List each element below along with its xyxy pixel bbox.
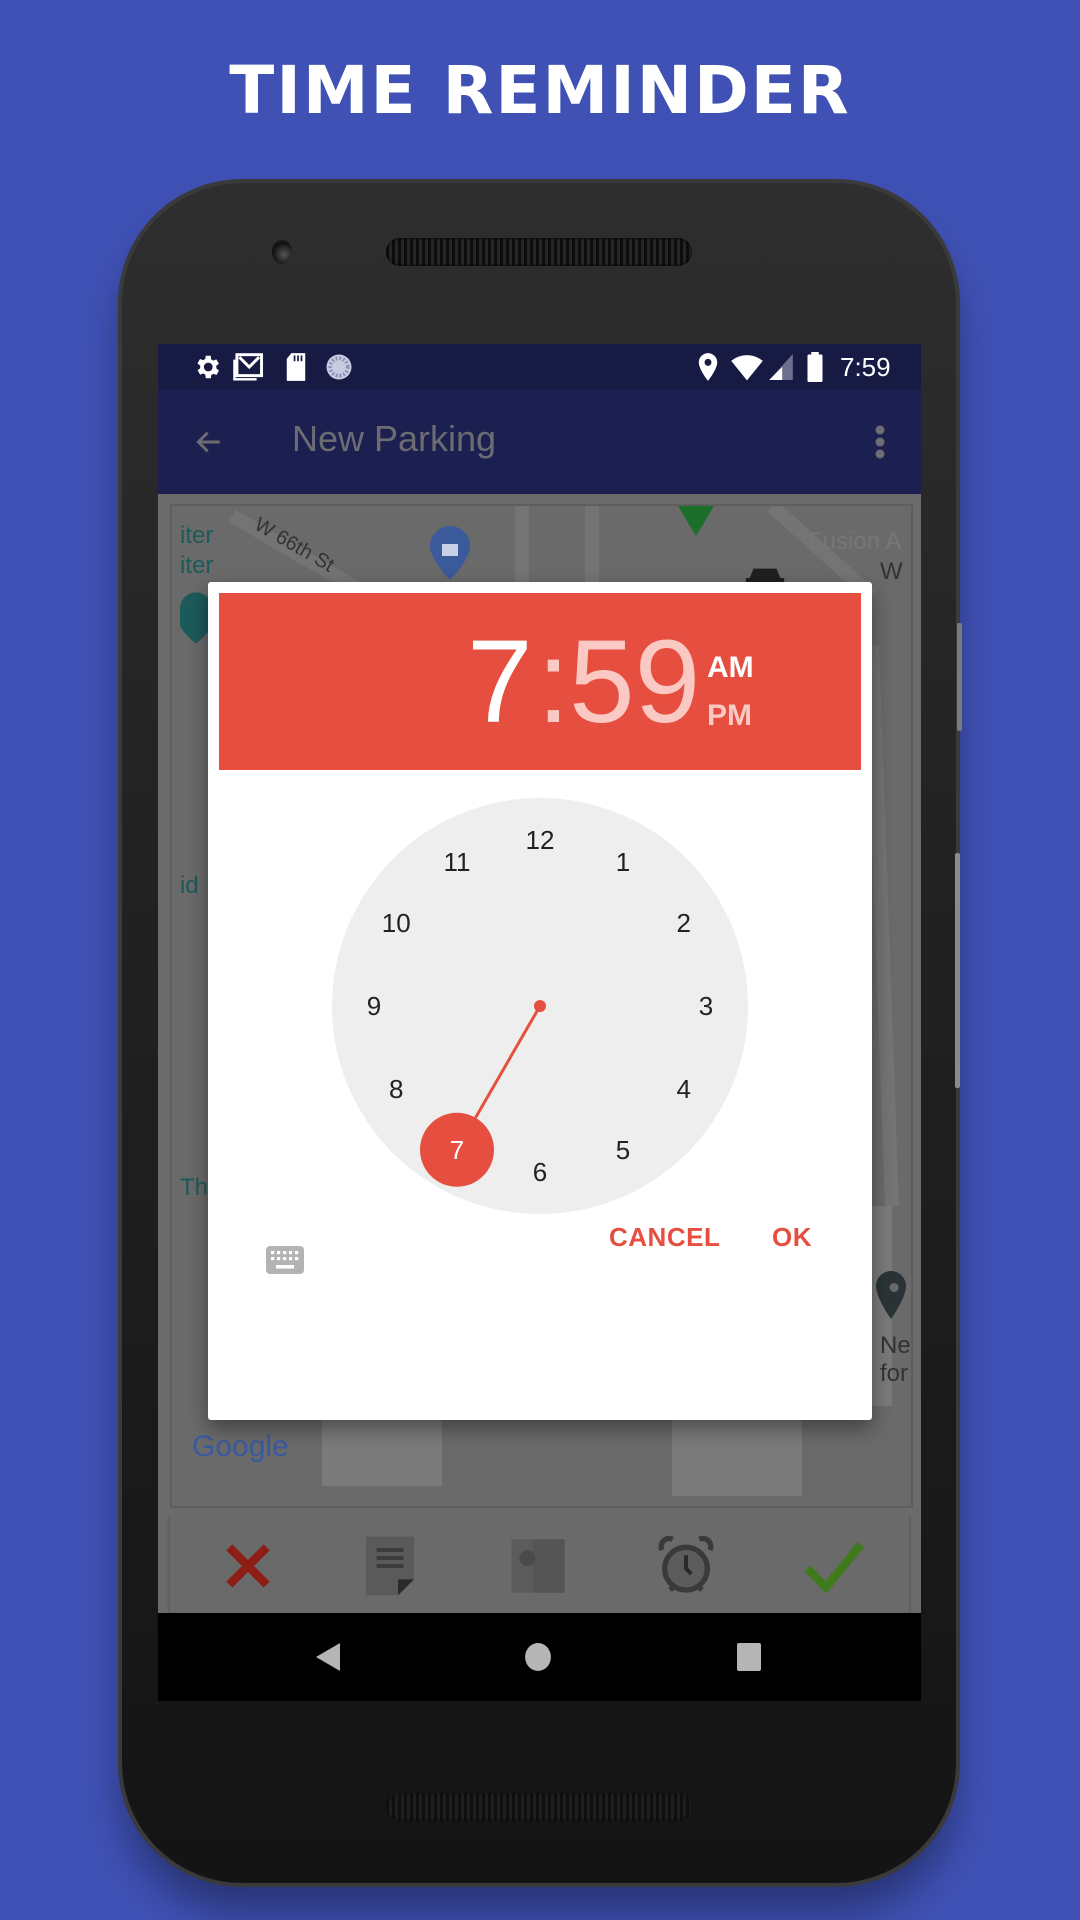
map-label: for <box>880 1360 909 1387</box>
map-label: Th <box>180 1174 209 1201</box>
arrow-left-icon[interactable] <box>192 426 226 458</box>
gmail-icon <box>233 353 264 381</box>
clock-number-3[interactable]: 3 <box>699 991 713 1021</box>
more-vert-icon[interactable] <box>874 424 886 460</box>
map-label: iter <box>180 522 214 549</box>
location-icon <box>698 353 718 381</box>
note-icon[interactable] <box>358 1534 422 1598</box>
app-bar: New Parking <box>158 390 921 494</box>
clock-number-6[interactable]: 6 <box>533 1157 547 1187</box>
action-toolbar <box>170 1512 909 1624</box>
ok-button[interactable]: OK <box>772 1222 812 1253</box>
check-icon[interactable] <box>802 1534 866 1598</box>
green-marker-icon <box>678 506 714 536</box>
alarm-clock-icon[interactable] <box>654 1534 718 1598</box>
top-speaker <box>386 238 692 266</box>
shopping-pin-icon <box>430 526 470 580</box>
sync-icon <box>326 354 352 380</box>
app-title: New Parking <box>292 418 497 459</box>
clock-number-9[interactable]: 9 <box>367 991 381 1021</box>
clock-number-4[interactable]: 4 <box>677 1074 691 1104</box>
volume-button <box>955 853 960 1088</box>
status-time: 7:59 <box>840 352 891 382</box>
sd-card-icon <box>286 353 306 381</box>
wifi-icon <box>731 355 763 381</box>
keyboard-icon[interactable] <box>266 1246 304 1274</box>
clock-number-8[interactable]: 8 <box>389 1074 403 1104</box>
clock-number-2[interactable]: 2 <box>677 908 691 938</box>
place-pin-icon <box>876 1271 906 1319</box>
map-label: Fusion A <box>808 528 902 555</box>
cancel-button[interactable]: CANCEL <box>609 1222 720 1253</box>
clock-number-5[interactable]: 5 <box>616 1135 630 1165</box>
time-picker-dialog: 7 : 59 AM PM 12 1 2 3 4 5 6 7 8 9 10 11 CANCEL OK <box>208 582 872 1420</box>
map-label: Ne <box>880 1332 911 1359</box>
battery-icon <box>807 352 823 382</box>
headline: TIME REMINDER <box>229 52 851 129</box>
map-label: id <box>180 872 199 899</box>
clock-center-dot <box>534 1000 546 1012</box>
front-camera <box>272 240 292 264</box>
recents-square-icon[interactable] <box>737 1643 761 1671</box>
map-label: iter <box>180 552 214 579</box>
map-label: W <box>880 558 903 585</box>
clock-face[interactable]: 121234567891011 <box>208 582 872 1420</box>
status-bar: 7:59 <box>158 344 921 390</box>
bottom-speaker <box>386 1793 692 1821</box>
cell-signal-icon <box>769 354 793 380</box>
close-icon[interactable] <box>216 1534 280 1598</box>
back-triangle-icon[interactable] <box>316 1643 340 1671</box>
image-icon[interactable] <box>506 1534 570 1598</box>
clock-number-12[interactable]: 12 <box>526 825 555 855</box>
clock-number-1[interactable]: 1 <box>616 847 630 877</box>
clock-number-7[interactable]: 7 <box>450 1135 464 1165</box>
clock-number-11[interactable]: 11 <box>444 847 471 877</box>
power-button <box>957 623 962 731</box>
home-circle-icon[interactable] <box>525 1643 551 1671</box>
google-attribution: Google <box>192 1430 289 1463</box>
settings-icon <box>197 355 219 379</box>
clock-number-10[interactable]: 10 <box>382 908 411 938</box>
system-nav-bar <box>158 1613 921 1701</box>
